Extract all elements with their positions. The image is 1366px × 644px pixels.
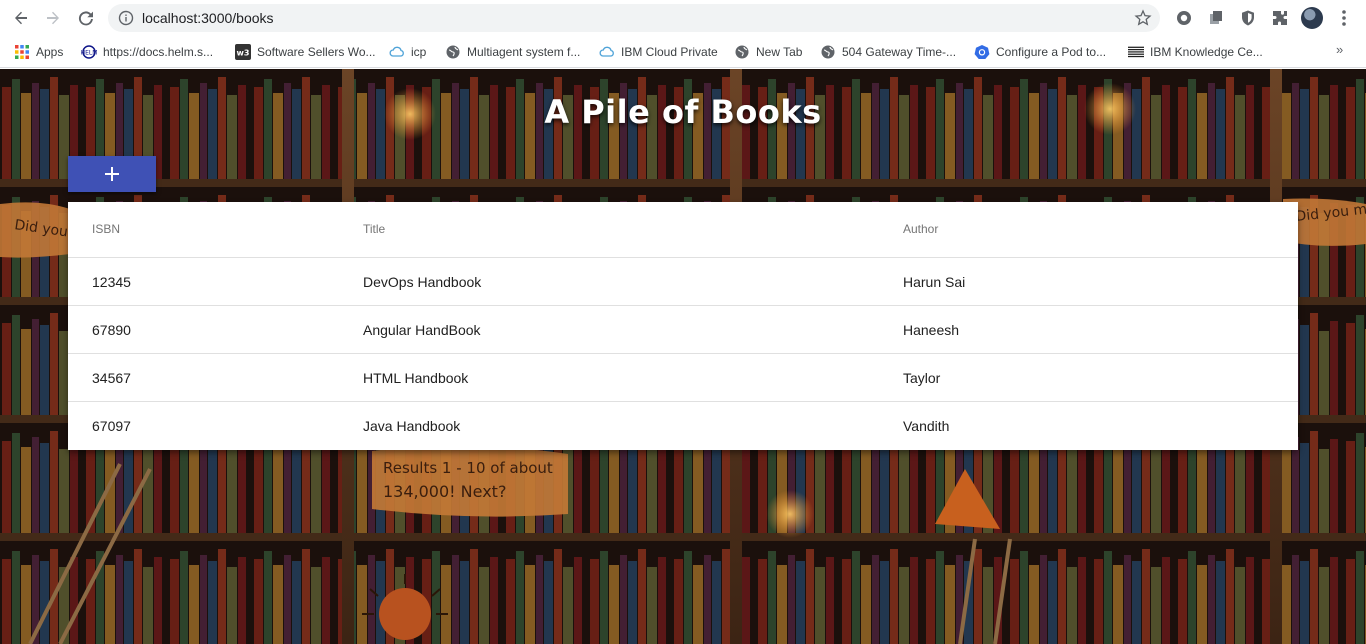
w3-icon: w3 [235, 44, 251, 60]
page-title: A Pile of Books [544, 93, 822, 131]
table-header-row: ISBN Title Author [68, 202, 1298, 258]
bubble-text-results: Results 1 - 10 of about [383, 459, 553, 477]
extension-icon-2[interactable] [1206, 8, 1226, 28]
kubernetes-icon [974, 44, 990, 60]
bookmark-helm-docs[interactable]: HELM https://docs.helm.s... [81, 42, 213, 62]
bookmark-label: Software Sellers Wo... [257, 45, 376, 59]
bookmark-label: IBM Knowledge Ce... [1150, 45, 1263, 59]
forward-button[interactable] [41, 6, 65, 30]
address-bar[interactable]: localhost:3000/books [108, 4, 1160, 32]
bookmark-ibm-knowledge[interactable]: IBM Knowledge Ce... [1128, 42, 1263, 62]
page-viewport: Results 1 - 10 of about 134,000! Next? D… [0, 69, 1366, 644]
table-row[interactable]: 67097 Java Handbook Vandith [68, 402, 1298, 450]
cell-isbn: 67890 [92, 322, 131, 338]
bookmark-label: 504 Gateway Time-... [842, 45, 957, 59]
bookmark-multiagent[interactable]: Multiagent system f... [445, 42, 580, 62]
cloud-icon [389, 44, 405, 60]
add-book-button[interactable]: + [68, 156, 156, 192]
bookmark-label: IBM Cloud Private [621, 45, 718, 59]
table-row[interactable]: 34567 HTML Handbook Taylor [68, 354, 1298, 402]
bookmark-504-gateway[interactable]: 504 Gateway Time-... [820, 42, 956, 62]
bookmark-icp[interactable]: icp [389, 42, 426, 62]
bookmark-label: New Tab [756, 45, 803, 59]
bookmark-apps[interactable]: Apps [14, 42, 63, 62]
column-header-isbn[interactable]: ISBN [92, 222, 120, 236]
cell-title: Java Handbook [363, 418, 461, 434]
svg-text:HELM: HELM [81, 50, 97, 57]
back-button[interactable] [9, 6, 33, 30]
table-row[interactable]: 67890 Angular HandBook Haneesh [68, 306, 1298, 354]
column-header-title[interactable]: Title [363, 222, 385, 236]
cloud-icon [599, 44, 615, 60]
books-table: ISBN Title Author 12345 DevOps Handbook … [68, 202, 1298, 450]
bookmarks-overflow-button[interactable]: » [1336, 42, 1343, 57]
plus-icon [105, 167, 119, 181]
svg-text:w3: w3 [237, 49, 250, 58]
refresh-extension-icon [1177, 11, 1191, 25]
bubble-text-next: 134,000! Next? [383, 482, 506, 501]
cell-title: Angular HandBook [363, 322, 481, 338]
ibm-icon [1128, 44, 1144, 60]
globe-icon [734, 44, 750, 60]
profile-avatar[interactable] [1301, 7, 1323, 29]
extensions-button[interactable] [1270, 8, 1290, 28]
bookmarks-bar: Apps HELM https://docs.helm.s... w3 Soft… [0, 36, 1366, 68]
menu-button[interactable] [1334, 8, 1354, 28]
column-header-author[interactable]: Author [903, 222, 938, 236]
bookmark-label: https://docs.helm.s... [103, 45, 214, 59]
bookmark-label: Configure a Pod to... [996, 45, 1107, 59]
table-row[interactable]: 12345 DevOps Handbook Harun Sai [68, 258, 1298, 306]
bookmark-label: Multiagent system f... [467, 45, 581, 59]
extension-icon-3[interactable] [1238, 8, 1258, 28]
url-text: localhost:3000/books [142, 10, 274, 26]
bookmark-software-sellers[interactable]: w3 Software Sellers Wo... [235, 42, 376, 62]
bookmark-ibm-cloud-private[interactable]: IBM Cloud Private [599, 42, 718, 62]
cell-isbn: 12345 [92, 274, 131, 290]
globe-icon [820, 44, 836, 60]
bookmark-label: Apps [36, 45, 64, 59]
info-icon[interactable] [118, 10, 134, 26]
bookmark-label: icp [411, 45, 427, 59]
reload-button[interactable] [74, 6, 98, 30]
cell-isbn: 34567 [92, 370, 131, 386]
copy-extension-icon [1210, 11, 1222, 24]
cell-author: Haneesh [903, 322, 960, 338]
more-vert-icon [1342, 10, 1346, 26]
puzzle-icon [1273, 11, 1287, 25]
shield-icon [1242, 10, 1254, 26]
apps-grid-icon [14, 44, 30, 60]
extension-icon-1[interactable] [1174, 8, 1194, 28]
back-arrow-icon [15, 11, 27, 25]
reload-icon [78, 11, 93, 26]
cell-author: Vandith [903, 418, 950, 434]
forward-arrow-icon [47, 11, 59, 25]
bookmark-new-tab[interactable]: New Tab [734, 42, 802, 62]
globe-icon [445, 44, 461, 60]
bookmark-configure-pod[interactable]: Configure a Pod to... [974, 42, 1106, 62]
browser-toolbar: localhost:3000/books [0, 0, 1366, 36]
cell-author: Harun Sai [903, 274, 966, 290]
cell-title: HTML Handbook [363, 370, 469, 386]
helm-icon: HELM [81, 44, 97, 60]
cell-title: DevOps Handbook [363, 274, 482, 290]
cell-isbn: 67097 [92, 418, 131, 434]
bookmark-star-icon[interactable] [1134, 9, 1152, 27]
cell-author: Taylor [903, 370, 941, 386]
